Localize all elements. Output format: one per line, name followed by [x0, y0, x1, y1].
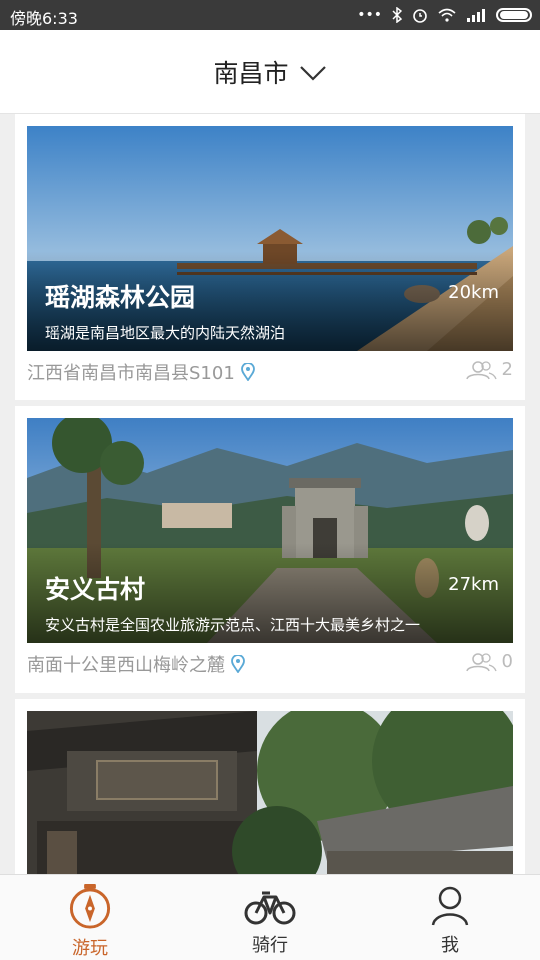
destination-card[interactable]	[15, 699, 525, 874]
visitor-count: 2	[464, 359, 513, 380]
distance-label: 20km	[448, 282, 499, 303]
destination-title: 安义古村	[45, 575, 146, 604]
destination-photo: 安义古村 27km 安义古村是全国农业旅游示范点、江西十大最美乡村之一	[27, 418, 513, 643]
people-icon	[465, 652, 497, 671]
wifi-icon	[438, 8, 456, 22]
distance-label: 27km	[448, 574, 499, 595]
bottom-tab-bar: 游玩 骑行 我	[0, 874, 540, 960]
tab-ride[interactable]: 骑行	[180, 875, 360, 960]
tab-label: 我	[441, 935, 459, 956]
destination-list[interactable]: 瑶湖森林公园 20km 瑶湖是南昌地区最大的内陆天然湖泊 江西省南昌市南昌县S1…	[0, 114, 540, 874]
tab-label: 骑行	[252, 935, 288, 956]
address-row: 南面十公里西山梅岭之麓	[27, 651, 245, 677]
location-pin-icon	[231, 655, 245, 673]
bicycle-icon	[244, 891, 296, 925]
tab-play[interactable]: 游玩	[0, 875, 180, 960]
city-name: 南昌市	[213, 58, 289, 88]
destination-title: 瑶湖森林公园	[45, 283, 196, 312]
city-selector[interactable]: 南昌市	[0, 30, 540, 114]
location-pin-icon	[240, 363, 255, 381]
people-icon	[465, 360, 497, 379]
destination-card[interactable]: 瑶湖森林公园 20km 瑶湖是南昌地区最大的内陆天然湖泊 江西省南昌市南昌县S1…	[15, 114, 525, 400]
address-text: 江西省南昌市南昌县S101	[27, 363, 235, 384]
destination-description: 瑶湖是南昌地区最大的内陆天然湖泊	[45, 324, 286, 342]
destination-description: 安义古村是全国农业旅游示范点、江西十大最美乡村之一	[45, 616, 421, 634]
compass-icon	[69, 883, 111, 929]
count-value: 2	[501, 359, 513, 380]
bluetooth-icon	[392, 7, 402, 23]
signal-icon	[467, 9, 485, 22]
count-value: 0	[501, 651, 513, 672]
visitor-count: 0	[464, 651, 513, 672]
more-dots-icon: •••	[357, 7, 382, 23]
chevron-down-icon	[299, 65, 326, 81]
address-text: 南面十公里西山梅岭之麓	[27, 655, 225, 676]
alarm-icon	[413, 9, 427, 23]
person-icon	[431, 886, 469, 926]
destination-photo	[27, 711, 513, 874]
tab-me[interactable]: 我	[360, 875, 540, 960]
battery-icon	[496, 8, 532, 22]
destination-card[interactable]: 安义古村 27km 安义古村是全国农业旅游示范点、江西十大最美乡村之一 南面十公…	[15, 406, 525, 693]
address-row: 江西省南昌市南昌县S101	[27, 359, 255, 385]
status-icons: •••	[357, 4, 532, 26]
destination-photo: 瑶湖森林公园 20km 瑶湖是南昌地区最大的内陆天然湖泊	[27, 126, 513, 351]
status-bar: 傍晚6:33 •••	[0, 0, 540, 30]
status-time: 傍晚6:33	[10, 9, 78, 28]
tab-label: 游玩	[72, 938, 108, 959]
